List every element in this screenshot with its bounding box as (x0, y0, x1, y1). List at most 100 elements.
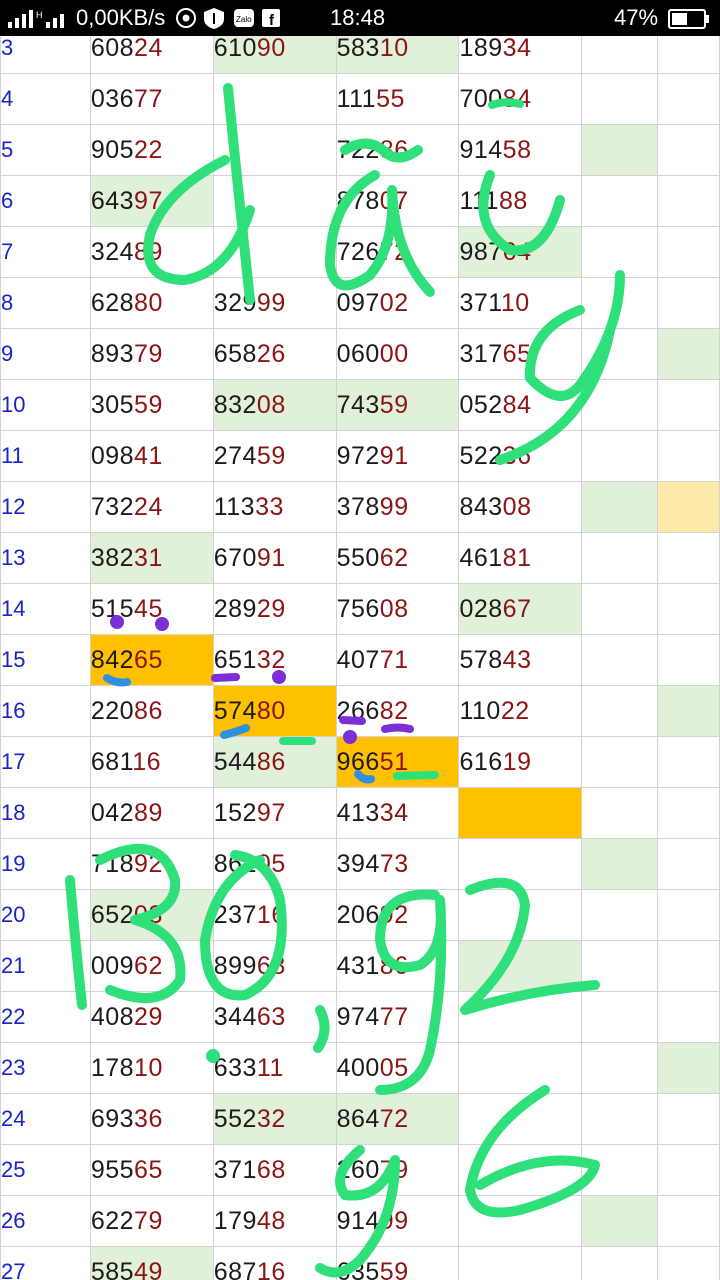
result-cell-c4[interactable] (458, 1246, 583, 1280)
result-cell-c2[interactable] (212, 226, 337, 278)
empty-cell-c6[interactable] (657, 379, 720, 431)
result-cell-c2[interactable]: 67091 (212, 532, 337, 584)
row-number[interactable]: 5 (0, 124, 91, 176)
row-number[interactable]: 13 (0, 532, 91, 584)
result-cell-c3[interactable]: 11155 (335, 73, 460, 125)
result-cell-c3[interactable]: 40005 (335, 1042, 460, 1094)
row-number[interactable]: 22 (0, 991, 91, 1043)
row-number[interactable]: 19 (0, 838, 91, 890)
result-cell-c3[interactable]: 41334 (335, 787, 460, 839)
result-cell-c1[interactable]: 51545 (89, 583, 214, 635)
row-number[interactable]: 23 (0, 1042, 91, 1094)
result-cell-c2[interactable]: 32999 (212, 277, 337, 329)
empty-cell-c5[interactable] (581, 1246, 659, 1280)
row-number[interactable]: 26 (0, 1195, 91, 1247)
empty-cell-c6[interactable] (657, 226, 720, 278)
empty-cell-c5[interactable] (581, 1144, 659, 1196)
empty-cell-c5[interactable] (581, 940, 659, 992)
empty-cell-c6[interactable] (657, 124, 720, 176)
result-cell-c1[interactable]: 84265 (89, 634, 214, 686)
result-cell-c2[interactable]: 23716 (212, 889, 337, 941)
result-cell-c2[interactable] (212, 73, 337, 125)
result-cell-c1[interactable]: 04289 (89, 787, 214, 839)
result-cell-c2[interactable]: 57480 (212, 685, 337, 737)
result-cell-c4[interactable]: 31765 (458, 328, 583, 380)
empty-cell-c5[interactable] (581, 991, 659, 1043)
result-cell-c2[interactable]: 61090 (212, 36, 337, 74)
empty-cell-c6[interactable] (657, 481, 720, 533)
result-cell-c2[interactable] (212, 175, 337, 227)
empty-cell-c5[interactable] (581, 685, 659, 737)
row-number[interactable]: 21 (0, 940, 91, 992)
result-cell-c3[interactable]: 58310 (335, 36, 460, 74)
row-number[interactable]: 11 (0, 430, 91, 482)
row-number[interactable]: 25 (0, 1144, 91, 1196)
empty-cell-c5[interactable] (581, 787, 659, 839)
row-number[interactable]: 3 (0, 36, 91, 74)
row-number[interactable]: 27 (0, 1246, 91, 1280)
row-number[interactable]: 24 (0, 1093, 91, 1145)
empty-cell-c5[interactable] (581, 175, 659, 227)
result-cell-c4[interactable] (458, 1195, 583, 1247)
result-cell-c4[interactable] (458, 787, 583, 839)
result-cell-c4[interactable]: 91458 (458, 124, 583, 176)
empty-cell-c5[interactable] (581, 36, 659, 74)
result-cell-c4[interactable]: 05284 (458, 379, 583, 431)
empty-cell-c6[interactable] (657, 889, 720, 941)
empty-cell-c5[interactable] (581, 634, 659, 686)
result-cell-c1[interactable]: 32489 (89, 226, 214, 278)
result-cell-c2[interactable]: 37168 (212, 1144, 337, 1196)
row-number[interactable]: 15 (0, 634, 91, 686)
result-cell-c4[interactable] (458, 991, 583, 1043)
row-number[interactable]: 8 (0, 277, 91, 329)
row-number[interactable]: 9 (0, 328, 91, 380)
result-cell-c4[interactable]: 57843 (458, 634, 583, 686)
empty-cell-c5[interactable] (581, 379, 659, 431)
empty-cell-c5[interactable] (581, 838, 659, 890)
result-cell-c2[interactable]: 89968 (212, 940, 337, 992)
empty-cell-c5[interactable] (581, 1195, 659, 1247)
row-number[interactable]: 10 (0, 379, 91, 431)
result-cell-c2[interactable] (212, 124, 337, 176)
result-cell-c3[interactable]: 87807 (335, 175, 460, 227)
row-number[interactable]: 16 (0, 685, 91, 737)
empty-cell-c5[interactable] (581, 532, 659, 584)
empty-cell-c6[interactable] (657, 736, 720, 788)
result-cell-c1[interactable]: 17810 (89, 1042, 214, 1094)
result-cell-c4[interactable]: 11188 (458, 175, 583, 227)
result-cell-c1[interactable]: 62279 (89, 1195, 214, 1247)
result-cell-c2[interactable]: 34463 (212, 991, 337, 1043)
result-cell-c4[interactable]: 18934 (458, 36, 583, 74)
result-cell-c1[interactable]: 00962 (89, 940, 214, 992)
result-cell-c1[interactable]: 65203 (89, 889, 214, 941)
result-cell-c1[interactable]: 22086 (89, 685, 214, 737)
result-cell-c1[interactable]: 69336 (89, 1093, 214, 1145)
result-cell-c3[interactable]: 72286 (335, 124, 460, 176)
result-cell-c2[interactable]: 54486 (212, 736, 337, 788)
empty-cell-c6[interactable] (657, 838, 720, 890)
empty-cell-c6[interactable] (657, 940, 720, 992)
result-cell-c1[interactable]: 03677 (89, 73, 214, 125)
result-cell-c3[interactable]: 40771 (335, 634, 460, 686)
result-cell-c1[interactable]: 89379 (89, 328, 214, 380)
result-cell-c2[interactable]: 83208 (212, 379, 337, 431)
result-cell-c1[interactable]: 62880 (89, 277, 214, 329)
empty-cell-c6[interactable] (657, 328, 720, 380)
result-cell-c3[interactable]: 26079 (335, 1144, 460, 1196)
empty-cell-c6[interactable] (657, 430, 720, 482)
empty-cell-c6[interactable] (657, 532, 720, 584)
result-cell-c4[interactable] (458, 1042, 583, 1094)
result-cell-c1[interactable]: 40829 (89, 991, 214, 1043)
empty-cell-c5[interactable] (581, 124, 659, 176)
empty-cell-c6[interactable] (657, 175, 720, 227)
empty-cell-c5[interactable] (581, 73, 659, 125)
result-cell-c1[interactable]: 90522 (89, 124, 214, 176)
row-number[interactable]: 12 (0, 481, 91, 533)
result-cell-c3[interactable]: 97291 (335, 430, 460, 482)
empty-cell-c5[interactable] (581, 1042, 659, 1094)
result-cell-c3[interactable]: 39473 (335, 838, 460, 890)
empty-cell-c6[interactable] (657, 787, 720, 839)
result-cell-c1[interactable]: 60824 (89, 36, 214, 74)
result-cell-c3[interactable]: 75608 (335, 583, 460, 635)
empty-cell-c5[interactable] (581, 226, 659, 278)
